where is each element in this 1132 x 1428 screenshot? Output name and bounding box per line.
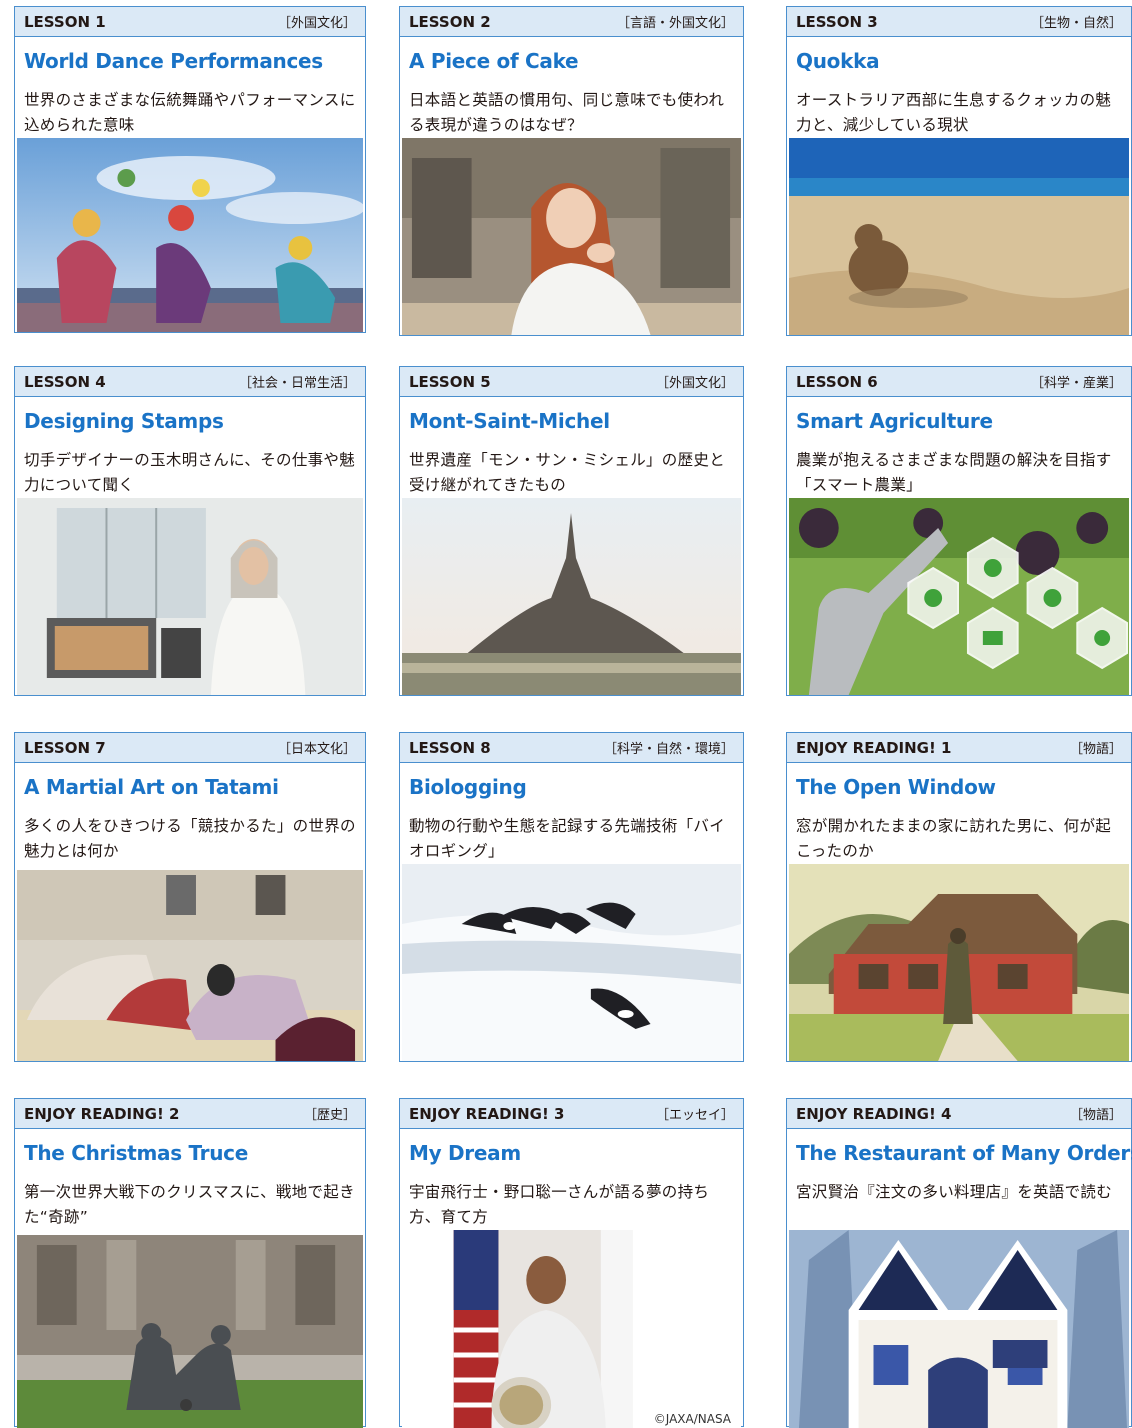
card-header: ENJOY READING! 2 ［歴史］: [15, 1099, 365, 1129]
category-label: ［言語・外国文化］: [616, 16, 734, 31]
lesson-description: 窓が開かれたままの家に訪れた男に、何が起こったのか: [796, 817, 1112, 860]
lesson-label: LESSON 6: [796, 372, 878, 391]
category-label: ［生物・自然］: [1030, 16, 1122, 31]
card-header: LESSON 2 ［言語・外国文化］: [400, 7, 743, 37]
category-label: ［歴史］: [303, 1108, 356, 1123]
lesson-card[interactable]: ENJOY READING! 1 ［物語］ The Open Window 窓が…: [786, 732, 1132, 1062]
lesson-description: 世界のさまざまな伝統舞踊やパフォーマンスに込められた意味: [24, 91, 356, 134]
lesson-title: A Piece of Cake: [409, 49, 579, 73]
lesson-label: ENJOY READING! 2: [24, 1104, 180, 1123]
lesson-title: Mont-Saint-Michel: [409, 409, 610, 433]
lesson-card[interactable]: ENJOY READING! 4 ［物語］ The Restaurant of …: [786, 1098, 1132, 1428]
lesson-description: 宮沢賢治『注文の多い料理店』を英語で読む: [796, 1183, 1113, 1201]
lesson-title: The Open Window: [796, 775, 996, 799]
karuta-competition-photo: [17, 870, 363, 1061]
card-header: LESSON 3 ［生物・自然］: [787, 7, 1131, 37]
lesson-label: ENJOY READING! 4: [796, 1104, 952, 1123]
lesson-card[interactable]: LESSON 8 ［科学・自然・環境］ Biologging 動物の行動や生態を…: [399, 732, 744, 1062]
card-header: LESSON 1 ［外国文化］: [15, 7, 365, 37]
lesson-title: My Dream: [409, 1141, 521, 1165]
category-label: ［科学・産業］: [1030, 376, 1122, 391]
lesson-card[interactable]: LESSON 2 ［言語・外国文化］ A Piece of Cake 日本語と英…: [399, 6, 744, 336]
category-label: ［外国文化］: [277, 16, 356, 31]
card-header: LESSON 8 ［科学・自然・環境］: [400, 733, 743, 763]
lesson-title: Biologging: [409, 775, 527, 799]
card-header: ENJOY READING! 4 ［物語］: [787, 1099, 1131, 1129]
lesson-card[interactable]: LESSON 3 ［生物・自然］ Quokka オーストラリア西部に生息するクォ…: [786, 6, 1132, 336]
lesson-card[interactable]: LESSON 6 ［科学・産業］ Smart Agriculture 農業が抱え…: [786, 366, 1132, 696]
category-label: ［エッセイ］: [655, 1108, 734, 1123]
lesson-label: LESSON 8: [409, 738, 491, 757]
stamp-designer-photo: [17, 498, 363, 695]
lesson-description: 動物の行動や生態を記録する先端技術「バイオロギング」: [409, 817, 726, 860]
card-header: LESSON 5 ［外国文化］: [400, 367, 743, 397]
lesson-label: ENJOY READING! 1: [796, 738, 952, 757]
lesson-title: Smart Agriculture: [796, 409, 993, 433]
lesson-label: ENJOY READING! 3: [409, 1104, 565, 1123]
category-label: ［物語］: [1069, 742, 1122, 757]
thinking-woman-photo: [402, 138, 741, 335]
lesson-description: オーストラリア西部に生息するクォッカの魅力と、減少している現状: [796, 91, 1112, 134]
category-label: ［科学・自然・環境］: [603, 742, 734, 757]
christmas-truce-statue-photo: [17, 1235, 363, 1428]
lesson-description: 農業が抱えるさまざまな問題の解決を目指す「スマート農業」: [796, 451, 1112, 494]
lesson-label: LESSON 1: [24, 12, 106, 31]
category-label: ［外国文化］: [655, 376, 734, 391]
restaurant-illustration: [789, 1230, 1129, 1428]
lesson-title: A Martial Art on Tatami: [24, 775, 279, 799]
lesson-title: World Dance Performances: [24, 49, 323, 73]
lesson-description: 第一次世界大戦下のクリスマスに、戦地で起きた“奇跡”: [24, 1183, 355, 1226]
penguins-photo: [402, 864, 741, 1061]
lesson-label: LESSON 5: [409, 372, 491, 391]
category-label: ［日本文化］: [277, 742, 356, 757]
photo-credit: ©JAXA/NASA: [651, 1412, 733, 1426]
lesson-card[interactable]: LESSON 4 ［社会・日常生活］ Designing Stamps 切手デザ…: [14, 366, 366, 696]
lesson-card[interactable]: ENJOY READING! 3 ［エッセイ］ My Dream 宇宙飛行士・野…: [399, 1098, 744, 1428]
lesson-description: 切手デザイナーの玉木明さんに、その仕事や魅力について聞く: [24, 451, 356, 494]
lesson-label: LESSON 2: [409, 12, 491, 31]
category-label: ［社会・日常生活］: [238, 376, 356, 391]
lesson-label: LESSON 4: [24, 372, 106, 391]
card-header: LESSON 7 ［日本文化］: [15, 733, 365, 763]
lesson-card[interactable]: LESSON 1 ［外国文化］ World Dance Performances…: [14, 6, 366, 333]
smart-agriculture-photo: [789, 498, 1129, 695]
lesson-label: LESSON 7: [24, 738, 106, 757]
lesson-label: LESSON 3: [796, 12, 878, 31]
card-header: ENJOY READING! 1 ［物語］: [787, 733, 1131, 763]
lesson-description: 多くの人をひきつける「競技かるた」の世界の魅力とは何か: [24, 817, 356, 860]
lesson-description: 世界遺産「モン・サン・ミシェル」の歴史と受け継がれてきたもの: [409, 451, 726, 494]
lesson-title: The Christmas Truce: [24, 1141, 248, 1165]
dance-performance-photo: [17, 138, 363, 332]
card-header: LESSON 6 ［科学・産業］: [787, 367, 1131, 397]
lesson-description: 宇宙飛行士・野口聡一さんが語る夢の持ち方、育て方: [409, 1183, 710, 1226]
lesson-title: Quokka: [796, 49, 880, 73]
lesson-description: 日本語と英語の慣用句、同じ意味でも使われる表現が違うのはなぜ？: [409, 91, 725, 134]
quokka-photo: [789, 138, 1129, 335]
astronaut-photo: ©JAXA/NASA: [402, 1230, 741, 1428]
lesson-card[interactable]: ENJOY READING! 2 ［歴史］ The Christmas Truc…: [14, 1098, 366, 1428]
card-header: ENJOY READING! 3 ［エッセイ］: [400, 1099, 743, 1129]
lesson-card[interactable]: LESSON 5 ［外国文化］ Mont-Saint-Michel 世界遺産「モ…: [399, 366, 744, 696]
lesson-title: The Restaurant of Many Orders: [796, 1141, 1132, 1165]
mont-saint-michel-photo: [402, 498, 741, 695]
lesson-card[interactable]: LESSON 7 ［日本文化］ A Martial Art on Tatami …: [14, 732, 366, 1062]
open-window-illustration: [789, 864, 1129, 1061]
card-header: LESSON 4 ［社会・日常生活］: [15, 367, 365, 397]
category-label: ［物語］: [1069, 1108, 1122, 1123]
lesson-title: Designing Stamps: [24, 409, 224, 433]
